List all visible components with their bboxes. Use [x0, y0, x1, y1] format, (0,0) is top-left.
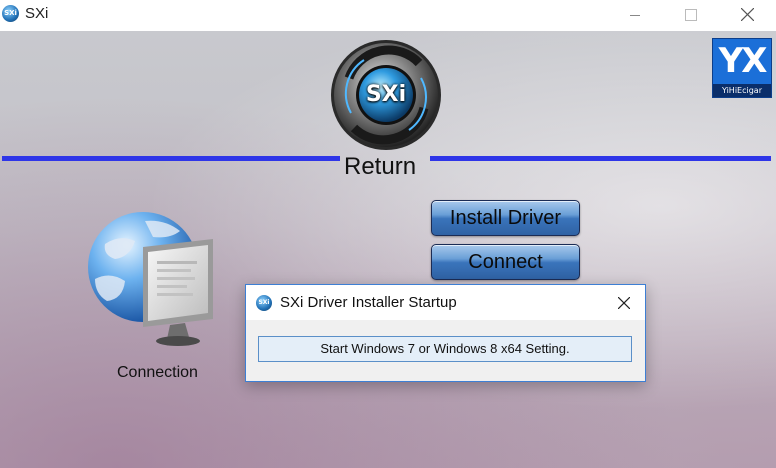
dialog-title-bar: SXi SXi Driver Installer Startup — [246, 285, 645, 320]
return-link[interactable]: Return — [344, 153, 416, 181]
minimize-button[interactable] — [612, 0, 658, 31]
logo-label: SXi — [365, 82, 407, 107]
app-icon: SXi — [2, 5, 19, 22]
sxi-logo: SXi — [329, 38, 443, 152]
brand-logo: YX YiHiEcigar — [712, 38, 772, 98]
connect-button[interactable]: Connect — [431, 244, 580, 280]
maximize-button[interactable] — [668, 0, 714, 31]
connection-globe-icon[interactable] — [85, 209, 220, 349]
dialog-title: SXi Driver Installer Startup — [280, 294, 457, 311]
main-panel: SXi Return YX YiHiEcigar Connection Inst… — [0, 31, 776, 468]
close-icon — [618, 297, 630, 309]
brand-logo-caption: YiHiEcigar — [713, 84, 771, 97]
brand-logo-glyph: YX — [718, 41, 768, 81]
connection-label: Connection — [117, 364, 198, 381]
divider-right — [430, 156, 771, 161]
divider-left — [2, 156, 340, 161]
dialog-close-button[interactable] — [609, 289, 639, 317]
window-title: SXi — [25, 5, 49, 22]
close-icon — [741, 8, 754, 21]
start-setting-button[interactable]: Start Windows 7 or Windows 8 x64 Setting… — [258, 336, 632, 362]
title-bar: SXi SXi — [0, 0, 776, 31]
dialog-app-icon: SXi — [256, 295, 272, 311]
install-driver-button[interactable]: Install Driver — [431, 200, 580, 236]
close-button[interactable] — [724, 0, 770, 31]
startup-dialog: SXi SXi Driver Installer Startup Start W… — [245, 284, 646, 382]
